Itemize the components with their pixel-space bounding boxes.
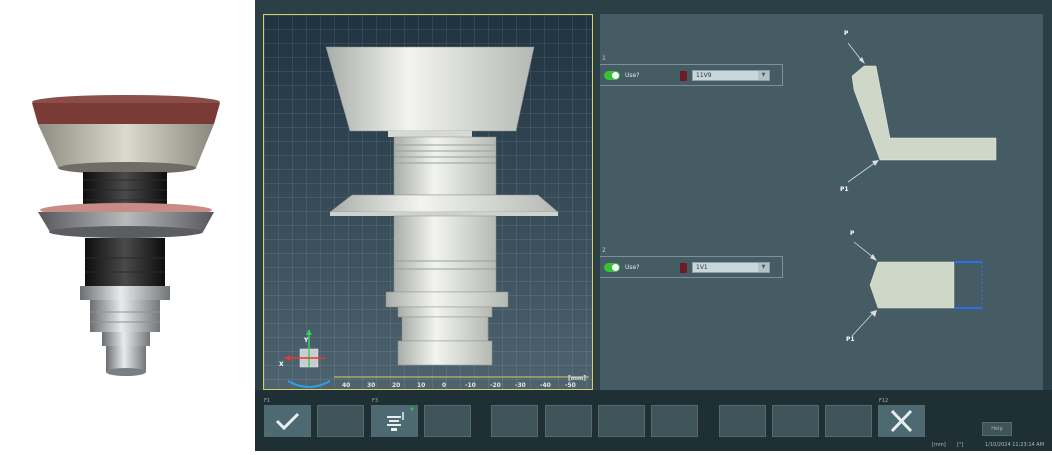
wheel-stack-icon — [387, 407, 414, 431]
profile-select-1[interactable]: 11V9 ▼ — [692, 70, 770, 81]
profile-color-marker — [680, 71, 687, 81]
scale-tick: -20 — [490, 382, 501, 389]
length-unit: [mm] — [932, 442, 946, 448]
f8-button[interactable] — [651, 405, 698, 437]
f6-button[interactable] — [545, 405, 592, 437]
f12-label: F12 — [879, 398, 889, 404]
status-bar: [mm] [°] 1/10/2024 11:23:14 AM — [255, 441, 1052, 451]
axis-x-label: X — [279, 361, 284, 368]
scale-unit-label: [mm] — [568, 375, 586, 382]
wheel-stack-model — [284, 46, 589, 388]
status-datetime: 1/10/2024 11:23:14 AM — [985, 442, 1045, 448]
grinding-wheel-illustration — [32, 95, 220, 376]
axis-y-label: Y — [304, 337, 309, 344]
callout-p: P — [844, 30, 849, 37]
profile-select-value: 1V1 — [696, 264, 708, 271]
use-label: Use? — [625, 72, 640, 79]
f4-button[interactable] — [424, 405, 471, 437]
grinding-wheel-photo — [0, 0, 255, 451]
f11-button[interactable] — [825, 405, 872, 437]
scale-ticks: 40 30 20 10 0 -10 -20 -30 -40 -50 — [322, 382, 592, 389]
tool-1-row: 1 Use? 11V9 ▼ — [600, 55, 783, 86]
scale-tick: 10 — [417, 382, 426, 389]
scale-tick: -10 — [465, 382, 476, 389]
chevron-down-icon[interactable]: ▼ — [758, 71, 769, 80]
callout-p: P — [850, 230, 855, 237]
checkmark-icon — [275, 412, 300, 431]
use-toggle-2[interactable] — [604, 263, 620, 272]
profile-color-marker — [680, 263, 687, 273]
close-icon — [890, 409, 913, 433]
tool-number: 1 — [602, 55, 606, 62]
confirm-button[interactable] — [264, 405, 311, 437]
scale-tick: 40 — [342, 382, 351, 389]
f3-label: F3 — [372, 398, 379, 404]
chevron-down-icon[interactable]: ▼ — [758, 263, 769, 272]
callout-p1: P1 — [840, 186, 849, 193]
f2-button[interactable] — [317, 405, 364, 437]
profile-1-diagram — [847, 42, 997, 183]
help-button[interactable]: Help — [982, 422, 1012, 436]
tool-number: 2 — [602, 247, 606, 254]
angle-unit: [°] — [957, 442, 964, 448]
f7-button[interactable] — [598, 405, 645, 437]
scale-tick: -30 — [515, 382, 526, 389]
scale-tick: 20 — [392, 382, 401, 389]
f5-button[interactable] — [491, 405, 538, 437]
scale-tick: -50 — [565, 382, 576, 389]
wheel-config-panel: 1 Use? 11V9 ▼ P P1 2 Use? 1V1 ▼ P P1 — [600, 14, 1043, 390]
callout-p1: P1 — [846, 336, 855, 343]
scale-tick: 0 — [442, 382, 447, 389]
tool-2-row: 2 Use? 1V1 ▼ — [600, 247, 783, 278]
scale-tick: -40 — [540, 382, 551, 389]
profile-select-2[interactable]: 1V1 ▼ — [692, 262, 770, 273]
profile-select-value: 11V9 — [696, 72, 712, 79]
use-toggle-1[interactable] — [604, 71, 620, 80]
3d-viewport[interactable]: X Y [mm] 40 30 20 10 0 -10 -20 -30 -40 -… — [263, 14, 593, 390]
use-label: Use? — [625, 264, 640, 271]
tool-setup-window: X Y [mm] 40 30 20 10 0 -10 -20 -30 -40 -… — [255, 0, 1052, 451]
wheel-stack-button[interactable] — [371, 405, 418, 437]
f1-label: F1 — [264, 398, 271, 404]
scale-tick: 30 — [367, 382, 376, 389]
cancel-button[interactable] — [878, 405, 925, 437]
f9-button[interactable] — [719, 405, 766, 437]
profile-2-diagram — [851, 241, 983, 337]
f10-button[interactable] — [772, 405, 819, 437]
